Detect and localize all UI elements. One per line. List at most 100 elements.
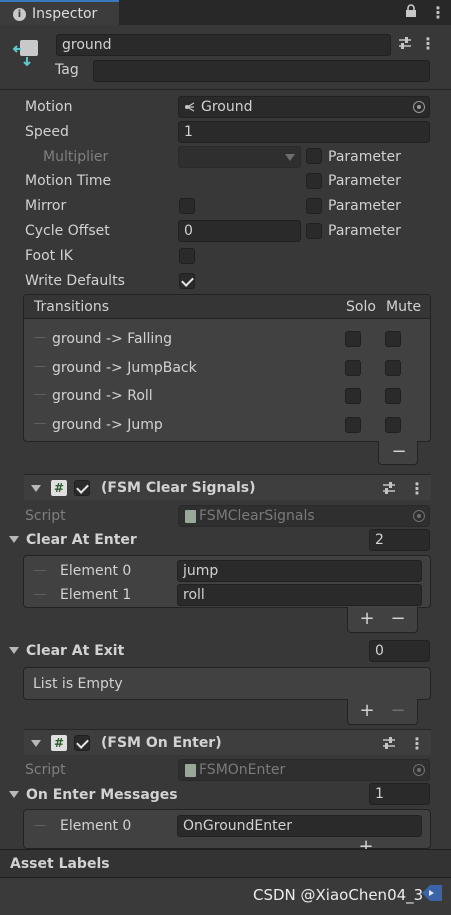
on-enter-messages-label[interactable]: On Enter Messages <box>26 786 178 804</box>
tab-menu-icon[interactable] <box>430 3 446 22</box>
solo-checkbox[interactable] <box>345 331 361 347</box>
transition-name: ground -> Jump <box>52 417 163 433</box>
motion-label: Motion <box>25 99 73 115</box>
solo-header: Solo <box>346 299 376 315</box>
script-field: FSMOnEnter <box>178 759 430 781</box>
preset-icon[interactable] <box>382 736 396 750</box>
script-field: FSMClearSignals <box>178 505 430 527</box>
transition-name: ground -> Roll <box>52 388 153 404</box>
preset-icon[interactable] <box>398 36 412 50</box>
drag-handle-icon[interactable] <box>34 366 46 367</box>
drag-handle-icon[interactable] <box>34 594 46 595</box>
transitions-list: Transitions Solo Mute ground -> Falling … <box>23 294 431 442</box>
list-footer: + − <box>347 699 418 725</box>
element-input[interactable]: jump <box>177 560 422 582</box>
mirror-parameter-checkbox[interactable] <box>306 198 322 214</box>
motion-time-parameter-checkbox[interactable] <box>306 173 322 189</box>
script-label: Script <box>25 762 66 778</box>
list-item[interactable]: ground -> Jump <box>24 416 430 436</box>
foldout-arrow-icon[interactable] <box>31 740 41 747</box>
tag-input[interactable] <box>93 60 430 82</box>
component-menu-icon[interactable] <box>409 479 425 498</box>
mute-checkbox[interactable] <box>385 388 401 404</box>
mirror-label: Mirror <box>25 198 67 214</box>
clear-at-exit-size-input[interactable]: 0 <box>369 640 430 662</box>
drag-handle-icon[interactable] <box>34 423 46 424</box>
object-picker-icon[interactable] <box>413 101 425 113</box>
element-input[interactable]: OnGroundEnter <box>177 815 422 837</box>
watermark: CSDN @XiaoChen04_3 <box>253 886 424 904</box>
drag-handle-icon[interactable] <box>34 825 46 826</box>
list-item[interactable]: Element 0 jump <box>24 560 430 582</box>
remove-element-button[interactable]: − <box>385 609 411 629</box>
clear-signals-header[interactable]: # (FSM Clear Signals) <box>24 474 431 500</box>
motion-field[interactable]: Ground <box>178 96 430 118</box>
mute-checkbox[interactable] <box>385 331 401 347</box>
foldout-arrow-icon[interactable] <box>31 485 41 492</box>
foldout-arrow-icon[interactable] <box>9 536 19 543</box>
foot-ik-checkbox[interactable] <box>179 248 195 264</box>
add-element-button[interactable]: + <box>354 609 380 629</box>
write-defaults-checkbox[interactable] <box>179 273 195 289</box>
blue-badge-icon <box>422 885 442 901</box>
mute-header: Mute <box>386 299 422 315</box>
foldout-arrow-icon[interactable] <box>9 791 19 798</box>
transitions-header: Transitions <box>34 299 109 315</box>
remove-transition-button[interactable]: − <box>379 442 419 462</box>
drag-handle-icon[interactable] <box>34 337 46 338</box>
tab-inspector[interactable]: i Inspector <box>0 0 119 25</box>
foot-ik-label: Foot IK <box>25 248 73 264</box>
on-enter-messages-size-input[interactable]: 1 <box>369 783 430 805</box>
transition-name: ground -> JumpBack <box>52 360 197 376</box>
multiplier-parameter-checkbox[interactable] <box>306 148 322 164</box>
drag-handle-icon[interactable] <box>34 570 46 571</box>
add-element-button[interactable]: + <box>354 701 380 721</box>
list-item[interactable]: ground -> Falling <box>24 330 430 350</box>
mute-checkbox[interactable] <box>385 360 401 376</box>
solo-checkbox[interactable] <box>345 417 361 433</box>
parameter-label: Parameter <box>328 173 401 189</box>
cycle-offset-parameter-checkbox[interactable] <box>306 223 322 239</box>
clear-at-exit-label[interactable]: Clear At Exit <box>26 642 124 660</box>
element-input[interactable]: roll <box>177 584 422 606</box>
foldout-arrow-icon[interactable] <box>9 647 19 654</box>
script-value: FSMOnEnter <box>199 762 286 778</box>
solo-checkbox[interactable] <box>345 388 361 404</box>
solo-checkbox[interactable] <box>345 360 361 376</box>
mute-checkbox[interactable] <box>385 417 401 433</box>
lock-icon[interactable] <box>405 4 417 18</box>
asset-labels-bar[interactable]: Asset Labels <box>0 849 451 878</box>
script-file-icon <box>185 764 196 777</box>
list-item[interactable]: Element 1 roll <box>24 584 430 606</box>
list-item[interactable]: ground -> Roll <box>24 387 430 407</box>
element-label: Element 1 <box>60 587 132 603</box>
list-item[interactable]: ground -> JumpBack <box>24 359 430 379</box>
parameter-label: Parameter <box>328 198 401 214</box>
mirror-checkbox[interactable] <box>179 198 195 214</box>
multiplier-dropdown[interactable] <box>178 146 301 168</box>
list-footer: + − <box>347 607 418 633</box>
clear-at-exit-list: List is Empty <box>23 667 431 700</box>
preset-icon[interactable] <box>382 481 396 495</box>
transition-name: ground -> Falling <box>52 331 172 347</box>
list-item[interactable]: Element 0 OnGroundEnter <box>24 815 430 837</box>
cycle-offset-input[interactable]: 0 <box>178 220 301 242</box>
component-enabled-checkbox[interactable] <box>74 480 90 496</box>
speed-label: Speed <box>25 124 69 140</box>
dropdown-arrow-icon <box>285 154 295 161</box>
clear-at-enter-list: Element 0 jump Element 1 roll <box>23 555 431 608</box>
object-name-input[interactable]: ground <box>56 34 391 56</box>
component-menu-icon[interactable] <box>409 734 425 753</box>
motion-time-label: Motion Time <box>25 173 112 189</box>
script-file-icon <box>185 510 196 523</box>
drag-handle-icon[interactable] <box>34 394 46 395</box>
clear-at-enter-label[interactable]: Clear At Enter <box>26 531 137 549</box>
element-label: Element 0 <box>60 563 132 579</box>
clear-at-enter-size-input[interactable]: 2 <box>369 529 430 551</box>
speed-input[interactable]: 1 <box>178 121 430 143</box>
blend-tree-icon <box>185 102 195 112</box>
object-picker-icon <box>413 510 425 522</box>
header-menu-icon[interactable] <box>420 34 436 53</box>
component-enabled-checkbox[interactable] <box>74 735 90 751</box>
on-enter-header[interactable]: # (FSM On Enter) <box>24 729 431 755</box>
